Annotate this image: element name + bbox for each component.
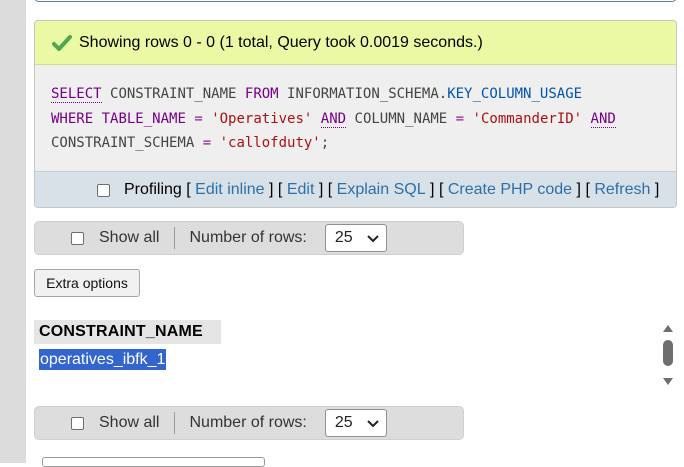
number-of-rows-select-bottom[interactable]: 25 xyxy=(324,409,387,437)
vertical-scrollbar[interactable] xyxy=(660,320,676,390)
arrow-up-icon xyxy=(663,325,673,332)
explain-sql-link[interactable]: Explain SQL xyxy=(337,181,426,199)
sql-line-1: SELECT CONSTRAINT_NAME FROM INFORMATION_… xyxy=(51,86,583,103)
profiling-checkbox[interactable] xyxy=(97,183,110,197)
edit-inline-link[interactable]: Edit inline xyxy=(195,181,264,199)
check-icon xyxy=(52,34,72,51)
number-of-rows-label: Number of rows: xyxy=(189,229,307,246)
profiling-label: Profiling xyxy=(124,181,182,198)
query-result-box: Showing rows 0 - 0 (1 total, Query took … xyxy=(34,20,677,208)
number-of-rows-select[interactable]: 25 xyxy=(324,224,387,252)
navigation-bar-bottom: Show all Number of rows: 25 xyxy=(34,406,464,440)
sql-query-box[interactable]: SELECT CONSTRAINT_NAME FROM INFORMATION_… xyxy=(35,65,676,171)
arrow-down-icon xyxy=(663,378,673,385)
rows-select-value: 25 xyxy=(334,229,353,246)
status-message-text: Showing rows 0 - 0 (1 total, Query took … xyxy=(79,33,483,51)
separator xyxy=(174,412,176,434)
query-results-operations-select[interactable] xyxy=(42,457,265,467)
left-sidebar-strip xyxy=(0,0,26,463)
success-message: Showing rows 0 - 0 (1 total, Query took … xyxy=(35,21,676,65)
edit-link[interactable]: Edit xyxy=(287,181,315,199)
sql-line-2: WHERE TABLE_NAME = 'Operatives' AND COLU… xyxy=(51,110,616,128)
result-cell[interactable]: operatives_ibfk_1 xyxy=(39,349,167,370)
create-php-code-link[interactable]: Create PHP code xyxy=(448,181,572,199)
refresh-link[interactable]: Refresh xyxy=(594,181,650,199)
sql-line-3: CONSTRAINT_SCHEMA = 'callofduty'; xyxy=(51,135,330,151)
previous-panel-edge xyxy=(34,0,677,2)
navigation-bar-top: Show all Number of rows: 25 xyxy=(34,221,464,255)
separator xyxy=(174,227,176,249)
chevron-down-icon xyxy=(367,420,379,428)
scrollbar-thumb xyxy=(663,340,673,366)
sql-actions-bar: Profiling [ Edit inline ] [ Edit ] [ Exp… xyxy=(35,171,676,207)
extra-options-button[interactable]: Extra options xyxy=(34,269,140,297)
number-of-rows-label-bottom: Number of rows: xyxy=(189,414,307,431)
show-all-checkbox-bottom[interactable] xyxy=(71,416,84,430)
column-header-constraint-name[interactable]: CONSTRAINT_NAME xyxy=(34,320,221,344)
show-all-checkbox[interactable] xyxy=(71,231,84,245)
rows-select-value-bottom: 25 xyxy=(334,414,353,431)
chevron-down-icon xyxy=(367,235,379,243)
show-all-label-bottom[interactable]: Show all xyxy=(99,414,159,432)
show-all-label[interactable]: Show all xyxy=(99,229,159,247)
